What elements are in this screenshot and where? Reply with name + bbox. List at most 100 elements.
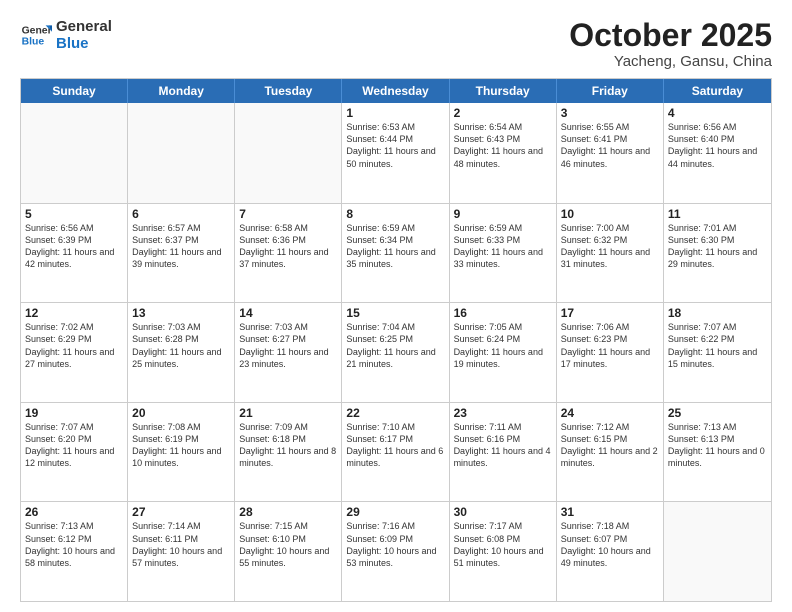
logo-general: General xyxy=(56,18,112,35)
calendar-day-27: 27Sunrise: 7:14 AM Sunset: 6:11 PM Dayli… xyxy=(128,502,235,601)
day-number: 15 xyxy=(346,306,444,320)
day-info: Sunrise: 6:56 AM Sunset: 6:40 PM Dayligh… xyxy=(668,121,767,170)
day-info: Sunrise: 6:59 AM Sunset: 6:34 PM Dayligh… xyxy=(346,222,444,271)
day-info: Sunrise: 6:58 AM Sunset: 6:36 PM Dayligh… xyxy=(239,222,337,271)
day-info: Sunrise: 7:03 AM Sunset: 6:28 PM Dayligh… xyxy=(132,321,230,370)
day-number: 19 xyxy=(25,406,123,420)
calendar-day-1: 1Sunrise: 6:53 AM Sunset: 6:44 PM Daylig… xyxy=(342,103,449,203)
day-number: 14 xyxy=(239,306,337,320)
day-number: 10 xyxy=(561,207,659,221)
calendar-week-4: 19Sunrise: 7:07 AM Sunset: 6:20 PM Dayli… xyxy=(21,402,771,502)
calendar-day-22: 22Sunrise: 7:10 AM Sunset: 6:17 PM Dayli… xyxy=(342,403,449,502)
day-number: 29 xyxy=(346,505,444,519)
day-number: 17 xyxy=(561,306,659,320)
day-header-sunday: Sunday xyxy=(21,79,128,103)
calendar-day-24: 24Sunrise: 7:12 AM Sunset: 6:15 PM Dayli… xyxy=(557,403,664,502)
calendar-day-14: 14Sunrise: 7:03 AM Sunset: 6:27 PM Dayli… xyxy=(235,303,342,402)
day-info: Sunrise: 7:14 AM Sunset: 6:11 PM Dayligh… xyxy=(132,520,230,569)
day-info: Sunrise: 7:11 AM Sunset: 6:16 PM Dayligh… xyxy=(454,421,552,470)
day-info: Sunrise: 7:16 AM Sunset: 6:09 PM Dayligh… xyxy=(346,520,444,569)
month-title: October 2025 xyxy=(569,18,772,53)
day-number: 30 xyxy=(454,505,552,519)
header: General Blue General Blue October 2025 Y… xyxy=(20,18,772,70)
day-number: 27 xyxy=(132,505,230,519)
page: General Blue General Blue October 2025 Y… xyxy=(0,0,792,612)
calendar-week-5: 26Sunrise: 7:13 AM Sunset: 6:12 PM Dayli… xyxy=(21,501,771,601)
day-info: Sunrise: 7:01 AM Sunset: 6:30 PM Dayligh… xyxy=(668,222,767,271)
calendar-day-8: 8Sunrise: 6:59 AM Sunset: 6:34 PM Daylig… xyxy=(342,204,449,303)
day-info: Sunrise: 6:59 AM Sunset: 6:33 PM Dayligh… xyxy=(454,222,552,271)
logo: General Blue General Blue xyxy=(20,18,112,53)
day-number: 4 xyxy=(668,106,767,120)
day-info: Sunrise: 7:12 AM Sunset: 6:15 PM Dayligh… xyxy=(561,421,659,470)
calendar-day-7: 7Sunrise: 6:58 AM Sunset: 6:36 PM Daylig… xyxy=(235,204,342,303)
day-info: Sunrise: 7:00 AM Sunset: 6:32 PM Dayligh… xyxy=(561,222,659,271)
calendar-day-6: 6Sunrise: 6:57 AM Sunset: 6:37 PM Daylig… xyxy=(128,204,235,303)
calendar-day-12: 12Sunrise: 7:02 AM Sunset: 6:29 PM Dayli… xyxy=(21,303,128,402)
day-info: Sunrise: 6:56 AM Sunset: 6:39 PM Dayligh… xyxy=(25,222,123,271)
calendar-week-3: 12Sunrise: 7:02 AM Sunset: 6:29 PM Dayli… xyxy=(21,302,771,402)
svg-text:Blue: Blue xyxy=(22,37,45,48)
day-info: Sunrise: 6:53 AM Sunset: 6:44 PM Dayligh… xyxy=(346,121,444,170)
day-number: 16 xyxy=(454,306,552,320)
day-number: 5 xyxy=(25,207,123,221)
day-info: Sunrise: 7:18 AM Sunset: 6:07 PM Dayligh… xyxy=(561,520,659,569)
day-info: Sunrise: 7:17 AM Sunset: 6:08 PM Dayligh… xyxy=(454,520,552,569)
calendar-day-empty xyxy=(128,103,235,203)
calendar-day-4: 4Sunrise: 6:56 AM Sunset: 6:40 PM Daylig… xyxy=(664,103,771,203)
day-info: Sunrise: 7:13 AM Sunset: 6:13 PM Dayligh… xyxy=(668,421,767,470)
day-number: 12 xyxy=(25,306,123,320)
title-block: October 2025 Yacheng, Gansu, China xyxy=(569,18,772,70)
day-number: 25 xyxy=(668,406,767,420)
day-header-tuesday: Tuesday xyxy=(235,79,342,103)
calendar-body: 1Sunrise: 6:53 AM Sunset: 6:44 PM Daylig… xyxy=(21,103,771,601)
calendar-day-30: 30Sunrise: 7:17 AM Sunset: 6:08 PM Dayli… xyxy=(450,502,557,601)
day-info: Sunrise: 7:07 AM Sunset: 6:20 PM Dayligh… xyxy=(25,421,123,470)
calendar-day-19: 19Sunrise: 7:07 AM Sunset: 6:20 PM Dayli… xyxy=(21,403,128,502)
day-number: 26 xyxy=(25,505,123,519)
calendar: SundayMondayTuesdayWednesdayThursdayFrid… xyxy=(20,78,772,602)
day-info: Sunrise: 7:03 AM Sunset: 6:27 PM Dayligh… xyxy=(239,321,337,370)
day-number: 20 xyxy=(132,406,230,420)
day-header-saturday: Saturday xyxy=(664,79,771,103)
calendar-day-9: 9Sunrise: 6:59 AM Sunset: 6:33 PM Daylig… xyxy=(450,204,557,303)
day-number: 22 xyxy=(346,406,444,420)
calendar-day-31: 31Sunrise: 7:18 AM Sunset: 6:07 PM Dayli… xyxy=(557,502,664,601)
day-number: 9 xyxy=(454,207,552,221)
day-number: 21 xyxy=(239,406,337,420)
day-number: 28 xyxy=(239,505,337,519)
calendar-day-3: 3Sunrise: 6:55 AM Sunset: 6:41 PM Daylig… xyxy=(557,103,664,203)
day-info: Sunrise: 7:10 AM Sunset: 6:17 PM Dayligh… xyxy=(346,421,444,470)
calendar-day-23: 23Sunrise: 7:11 AM Sunset: 6:16 PM Dayli… xyxy=(450,403,557,502)
day-header-friday: Friday xyxy=(557,79,664,103)
day-header-thursday: Thursday xyxy=(450,79,557,103)
calendar-day-10: 10Sunrise: 7:00 AM Sunset: 6:32 PM Dayli… xyxy=(557,204,664,303)
day-info: Sunrise: 7:09 AM Sunset: 6:18 PM Dayligh… xyxy=(239,421,337,470)
calendar-day-17: 17Sunrise: 7:06 AM Sunset: 6:23 PM Dayli… xyxy=(557,303,664,402)
calendar-day-15: 15Sunrise: 7:04 AM Sunset: 6:25 PM Dayli… xyxy=(342,303,449,402)
day-info: Sunrise: 6:54 AM Sunset: 6:43 PM Dayligh… xyxy=(454,121,552,170)
day-number: 31 xyxy=(561,505,659,519)
calendar-day-25: 25Sunrise: 7:13 AM Sunset: 6:13 PM Dayli… xyxy=(664,403,771,502)
calendar-week-2: 5Sunrise: 6:56 AM Sunset: 6:39 PM Daylig… xyxy=(21,203,771,303)
day-info: Sunrise: 6:55 AM Sunset: 6:41 PM Dayligh… xyxy=(561,121,659,170)
day-number: 23 xyxy=(454,406,552,420)
day-header-monday: Monday xyxy=(128,79,235,103)
location-subtitle: Yacheng, Gansu, China xyxy=(569,53,772,70)
day-number: 8 xyxy=(346,207,444,221)
day-info: Sunrise: 7:04 AM Sunset: 6:25 PM Dayligh… xyxy=(346,321,444,370)
day-number: 13 xyxy=(132,306,230,320)
day-info: Sunrise: 7:08 AM Sunset: 6:19 PM Dayligh… xyxy=(132,421,230,470)
calendar-day-5: 5Sunrise: 6:56 AM Sunset: 6:39 PM Daylig… xyxy=(21,204,128,303)
day-info: Sunrise: 7:05 AM Sunset: 6:24 PM Dayligh… xyxy=(454,321,552,370)
calendar-day-29: 29Sunrise: 7:16 AM Sunset: 6:09 PM Dayli… xyxy=(342,502,449,601)
day-info: Sunrise: 7:15 AM Sunset: 6:10 PM Dayligh… xyxy=(239,520,337,569)
day-number: 18 xyxy=(668,306,767,320)
calendar-day-empty xyxy=(664,502,771,601)
calendar-day-21: 21Sunrise: 7:09 AM Sunset: 6:18 PM Dayli… xyxy=(235,403,342,502)
calendar-week-1: 1Sunrise: 6:53 AM Sunset: 6:44 PM Daylig… xyxy=(21,103,771,203)
day-number: 6 xyxy=(132,207,230,221)
calendar-day-13: 13Sunrise: 7:03 AM Sunset: 6:28 PM Dayli… xyxy=(128,303,235,402)
calendar-day-empty xyxy=(21,103,128,203)
calendar-day-28: 28Sunrise: 7:15 AM Sunset: 6:10 PM Dayli… xyxy=(235,502,342,601)
